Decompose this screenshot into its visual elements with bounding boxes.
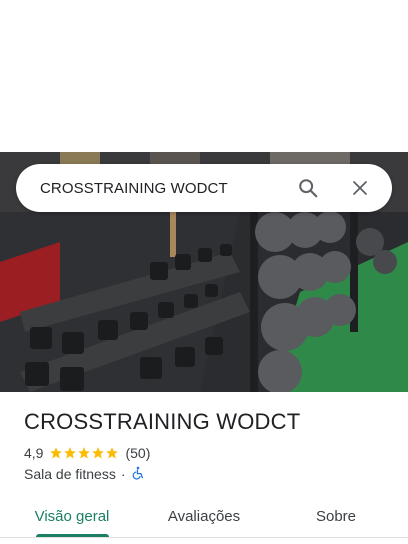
star-rating xyxy=(49,446,119,460)
search-query[interactable]: CROSSTRAINING WODCT xyxy=(40,180,290,197)
star-icon xyxy=(50,447,63,459)
place-category: Sala de fitness xyxy=(24,466,116,482)
star-icon xyxy=(78,447,91,459)
rating-row[interactable]: 4,9 (50) xyxy=(24,444,150,462)
tab-about[interactable]: Sobre xyxy=(296,494,376,538)
place-name: CROSSTRAINING WODCT xyxy=(24,409,301,434)
category-row: Sala de fitness · xyxy=(24,465,145,483)
tab-reviews[interactable]: Avaliações xyxy=(156,494,252,538)
separator-dot: · xyxy=(120,466,126,482)
place-tabs: Visão geral Avaliações Sobre xyxy=(0,494,408,538)
star-icon xyxy=(64,447,77,459)
tabs-divider xyxy=(0,537,408,538)
search-icon[interactable] xyxy=(290,170,326,206)
rating-value: 4,9 xyxy=(24,445,44,461)
tab-overview[interactable]: Visão geral xyxy=(24,494,120,538)
review-count[interactable]: (50) xyxy=(125,445,150,461)
close-icon[interactable] xyxy=(342,170,378,206)
wheelchair-icon[interactable] xyxy=(131,466,145,483)
search-bar[interactable]: CROSSTRAINING WODCT xyxy=(16,164,392,212)
star-icon xyxy=(92,447,105,459)
star-icon xyxy=(106,447,119,459)
